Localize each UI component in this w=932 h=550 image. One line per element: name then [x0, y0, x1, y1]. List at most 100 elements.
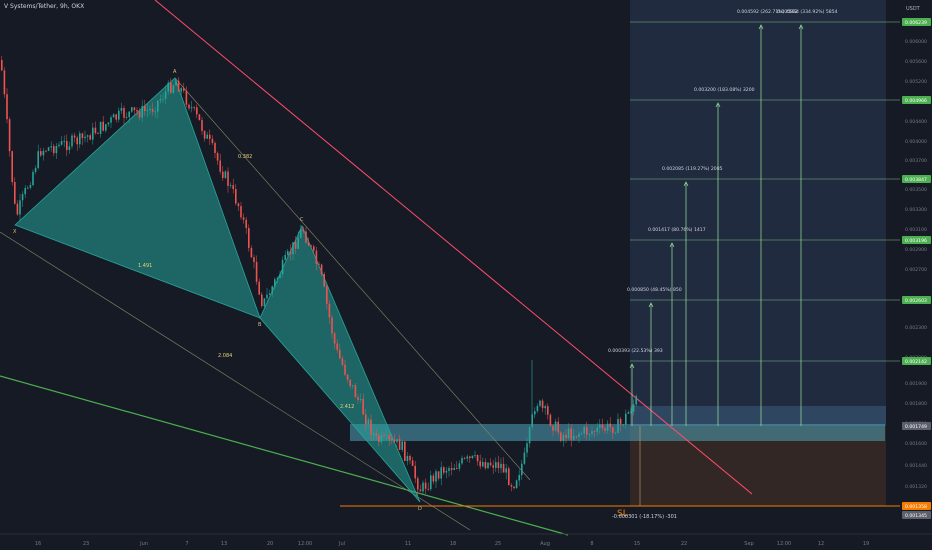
price-badge: 0.001749: [902, 422, 931, 430]
candle-body: [450, 468, 453, 470]
candle-body: [151, 108, 154, 112]
candle-body: [484, 462, 487, 469]
y-tick-label: 0.005200: [905, 79, 927, 85]
candle-body: [84, 136, 86, 139]
candle-body: [318, 263, 320, 265]
candle-body: [162, 98, 164, 100]
candle-body: [492, 465, 494, 468]
x-tick-label: 12:00: [298, 541, 312, 547]
candle-body: [495, 462, 497, 468]
candle-body: [315, 250, 318, 264]
candle-body: [591, 431, 593, 435]
candle-body: [120, 108, 123, 111]
candle-body: [393, 439, 396, 443]
candle-body: [76, 137, 78, 145]
y-tick-label: 0.004000: [905, 139, 927, 145]
harmonic-point-label: X: [13, 229, 17, 235]
candle-body: [60, 141, 63, 145]
candle-body: [50, 146, 52, 148]
chart-title: V Systems/Tether, 9h, OKX: [4, 3, 85, 10]
x-tick-label: Aug: [540, 541, 550, 547]
candle-body: [328, 303, 331, 318]
candle-body: [453, 468, 455, 470]
candle-body: [201, 120, 203, 131]
candle-body: [274, 279, 276, 287]
x-tick-label: 18: [450, 541, 456, 547]
candle-body: [627, 412, 630, 414]
candle-body: [630, 411, 632, 413]
candle-body: [107, 122, 110, 125]
candle-body: [149, 108, 151, 110]
candle-body: [326, 286, 328, 304]
candle-body: [157, 100, 159, 112]
candle-body: [89, 135, 91, 140]
candle-body: [185, 90, 188, 105]
x-tick-label: 19: [863, 541, 869, 547]
x-tick-label: 11: [405, 541, 411, 547]
candle-body: [357, 397, 359, 400]
candle-body: [92, 127, 94, 140]
candle-body: [359, 399, 362, 400]
candle-body: [183, 88, 185, 91]
candle-body: [276, 277, 279, 280]
candle-body: [523, 452, 526, 464]
candle-body: [554, 421, 557, 431]
candle-body: [294, 242, 297, 249]
candle-body: [601, 424, 604, 429]
candle-body: [266, 294, 268, 299]
candle-body: [164, 91, 167, 99]
x-tick-label: 23: [83, 541, 89, 547]
candle-body: [552, 425, 554, 431]
y-tick-label: 0.003100: [905, 227, 927, 233]
candle-body: [362, 399, 364, 415]
price-badge: 0.002142: [902, 357, 931, 365]
candle-body: [349, 379, 351, 386]
candle-body: [625, 413, 627, 425]
y-tick-label: 0.003500: [905, 187, 927, 193]
candle-body: [206, 134, 208, 139]
price-badge: 0.003847: [902, 175, 931, 183]
candle-body: [271, 286, 273, 294]
candle-body: [196, 107, 198, 115]
candle-body: [255, 261, 258, 282]
candle-body: [159, 99, 162, 101]
candle-body: [580, 433, 583, 435]
candle-body: [32, 171, 34, 186]
candle-body: [128, 111, 130, 118]
candle-body: [617, 418, 619, 433]
x-tick-label: Jun: [139, 541, 148, 547]
candle-body: [573, 435, 575, 440]
candle-body: [297, 237, 299, 249]
y-tick-label: 0.001440: [905, 463, 927, 469]
candle-body: [606, 423, 609, 431]
candle-body: [424, 482, 427, 489]
ratio-label: 0.382: [238, 154, 252, 160]
candle-body: [131, 107, 133, 112]
candle-body: [599, 424, 601, 428]
candle-body: [175, 80, 177, 86]
candle-body: [341, 358, 344, 365]
ratio-label: 2.084: [218, 353, 232, 359]
x-tick-label: 20: [267, 541, 273, 547]
candle-body: [562, 434, 565, 441]
candle-body: [79, 133, 81, 145]
candle-body: [409, 456, 411, 461]
candle-body: [380, 435, 383, 442]
candle-body: [609, 423, 611, 428]
candle-body: [570, 428, 572, 440]
candle-body: [604, 428, 606, 431]
price-chart[interactable]: SL -0.000301 (-18.17%) -301 XABCD 0.3821…: [0, 0, 932, 550]
candle-body: [229, 185, 232, 186]
candle-body: [635, 396, 637, 405]
y-tick-label: 0.005600: [905, 59, 927, 65]
candle-body: [203, 130, 206, 139]
candle-body: [391, 439, 393, 440]
price-badge-label: 0.001749: [905, 424, 927, 430]
candle-body: [578, 433, 580, 437]
candle-body: [593, 431, 596, 432]
y-tick-label: 0.002300: [905, 325, 927, 331]
candle-body: [279, 274, 281, 278]
candle-body: [510, 485, 513, 487]
price-badge: 0.003196: [902, 236, 931, 244]
candle-body: [541, 400, 544, 409]
